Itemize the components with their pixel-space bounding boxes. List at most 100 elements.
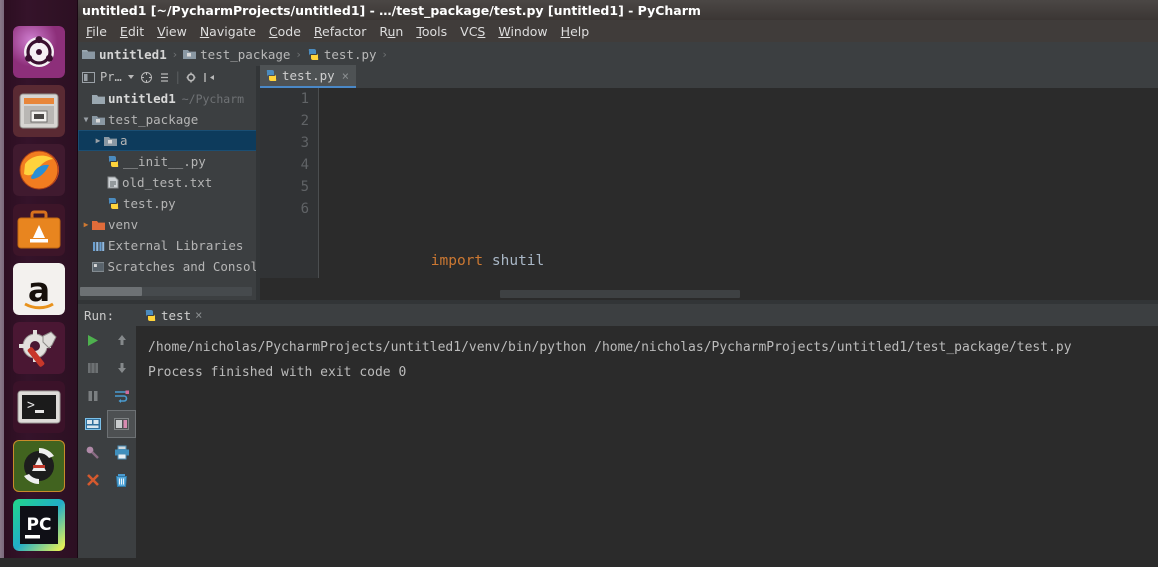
pause-button[interactable] <box>78 382 107 410</box>
run-toolbar-right-column <box>107 326 136 494</box>
breadcrumb-item-test-package[interactable]: test_package › <box>183 47 303 62</box>
collapse-target-icon[interactable] <box>140 71 153 84</box>
tree-item-untitled1[interactable]: untitled1 ~/Pycharm <box>78 88 258 109</box>
launcher-item-system-settings[interactable] <box>13 322 65 374</box>
scrollbar-thumb[interactable] <box>500 290 740 298</box>
tree-item-label: a <box>120 133 128 148</box>
scroll-down-button[interactable] <box>107 354 136 382</box>
main-body: Pr… | untitled1 ~/Pycharm ▼ test_package… <box>78 65 1158 567</box>
tree-twisty[interactable]: ▼ <box>80 115 92 124</box>
package-folder-icon <box>104 136 117 146</box>
code-line-2[interactable] <box>320 174 1158 196</box>
breadcrumb-separator: › <box>382 47 387 61</box>
run-tab-bar: Run: test × <box>78 304 1158 327</box>
menu-item-file[interactable]: File <box>86 24 107 39</box>
tree-item-venv[interactable]: ▶ venv <box>78 214 258 235</box>
tree-item-external-libraries[interactable]: External Libraries <box>78 235 258 256</box>
run-toolbar <box>78 326 136 558</box>
menu-item-run[interactable]: Run <box>379 24 403 39</box>
scratches-icon <box>91 261 105 272</box>
expand-all-icon[interactable] <box>158 71 171 84</box>
clear-all-button[interactable] <box>107 466 136 494</box>
menu-item-navigate[interactable]: Navigate <box>200 24 256 39</box>
launcher-item-files[interactable] <box>13 85 65 137</box>
launcher-item-amazon[interactable]: a <box>13 263 65 315</box>
project-tree[interactable]: untitled1 ~/Pycharm ▼ test_package ▶ a _… <box>78 88 258 278</box>
chevron-down-icon[interactable] <box>127 73 135 81</box>
tree-item-test-py[interactable]: test.py <box>78 193 258 214</box>
tree-twisty[interactable]: ▶ <box>80 220 92 229</box>
settings-gear-icon[interactable] <box>185 71 198 84</box>
editor-tab-test-py[interactable]: test.py × <box>260 65 356 88</box>
tree-item-test-package[interactable]: ▼ test_package <box>78 109 258 130</box>
close-icon[interactable]: × <box>195 308 202 322</box>
tree-item-scratches[interactable]: Scratches and Consol <box>78 256 258 277</box>
tree-item-label: External Libraries <box>108 238 244 253</box>
project-view-icon[interactable] <box>82 71 95 84</box>
close-run-button[interactable] <box>78 466 107 494</box>
line-number-gutter: 1 2 3 4 5 6 <box>260 88 319 278</box>
tree-item-init-py[interactable]: __init__.py <box>78 151 258 172</box>
launcher-item-ubuntu-dash[interactable] <box>13 26 65 78</box>
scrollbar-thumb[interactable] <box>80 287 142 296</box>
run-panel-label: Run: <box>84 307 115 323</box>
tree-item-label: __init__.py <box>123 154 206 169</box>
pycharm-icon: PC <box>13 499 65 551</box>
software-updater-icon <box>13 440 65 492</box>
menu-item-code[interactable]: Code <box>269 24 301 39</box>
console-icon <box>84 418 101 430</box>
scroll-to-end-icon <box>113 418 129 430</box>
code-line-1[interactable] <box>320 120 1158 142</box>
code-token: import <box>430 253 484 269</box>
menu-item-refactor[interactable]: Refactor <box>314 24 366 39</box>
launcher-item-ubuntu-software[interactable] <box>13 204 65 256</box>
tree-item-label: venv <box>108 217 139 232</box>
menu-item-window[interactable]: Window <box>498 24 547 39</box>
package-folder-icon <box>183 50 197 59</box>
tree-item-a[interactable]: ▶ a <box>78 130 258 151</box>
menu-item-vcs[interactable]: VCS <box>460 24 485 39</box>
scroll-to-end-button[interactable] <box>107 410 136 438</box>
menu-item-edit[interactable]: Edit <box>120 24 144 39</box>
console-toggle-button[interactable] <box>78 410 107 438</box>
line-number: 1 <box>300 91 309 107</box>
breadcrumb-label: test.py <box>323 46 377 62</box>
run-toolbar-left-column <box>78 326 107 494</box>
code-text[interactable]: import shutil shutil.copytree("a"·,"b"·,… <box>320 88 1158 323</box>
rerun-play-icon <box>88 334 98 346</box>
breadcrumb-item-test-py[interactable]: test.py › <box>307 47 389 62</box>
scroll-up-button[interactable] <box>107 326 136 354</box>
tree-item-label: untitled1 <box>108 91 176 106</box>
code-line-3[interactable]: import shutil <box>320 228 1158 269</box>
menu-item-view[interactable]: View <box>157 24 187 39</box>
tree-item-old-test-txt[interactable]: old_test.txt <box>78 172 258 193</box>
hide-panel-icon[interactable] <box>203 71 216 84</box>
code-area: 1 2 3 4 5 6 import shutil shutil.copytre… <box>260 88 1158 323</box>
editor-horizontal-scrollbar[interactable] <box>260 288 1158 300</box>
python-file-icon <box>266 70 277 81</box>
run-tab-test[interactable]: test × <box>140 305 210 326</box>
window-titlebar: untitled1 [~/PycharmProjects/untitled1] … <box>78 0 1158 20</box>
launcher-item-pycharm[interactable]: PC <box>13 499 65 551</box>
launcher-item-software-updater[interactable] <box>13 440 65 492</box>
rerun-button[interactable] <box>78 326 107 354</box>
project-horizontal-scrollbar[interactable] <box>80 287 252 296</box>
launcher-item-terminal[interactable]: > <box>13 381 65 433</box>
menu-item-tools[interactable]: Tools <box>416 24 447 39</box>
breadcrumb-label: test_package <box>200 46 291 62</box>
stop-button[interactable] <box>78 354 107 382</box>
close-icon[interactable]: × <box>342 69 349 83</box>
pycharm-window: untitled1 [~/PycharmProjects/untitled1] … <box>78 0 1158 567</box>
package-folder-icon <box>92 115 105 125</box>
libraries-icon <box>93 241 105 251</box>
launcher-item-firefox[interactable] <box>13 144 65 196</box>
breadcrumb-separator: › <box>296 47 301 61</box>
pin-button[interactable] <box>78 438 107 466</box>
run-console[interactable]: /home/nicholas/PycharmProjects/untitled1… <box>136 326 1158 567</box>
print-button[interactable] <box>107 438 136 466</box>
tree-twisty[interactable]: ▶ <box>92 136 104 145</box>
python-init-icon <box>108 156 119 167</box>
soft-wrap-button[interactable] <box>107 382 136 410</box>
menu-item-help[interactable]: Help <box>561 24 590 39</box>
breadcrumb-item-untitled1[interactable]: untitled1 › <box>82 47 179 62</box>
